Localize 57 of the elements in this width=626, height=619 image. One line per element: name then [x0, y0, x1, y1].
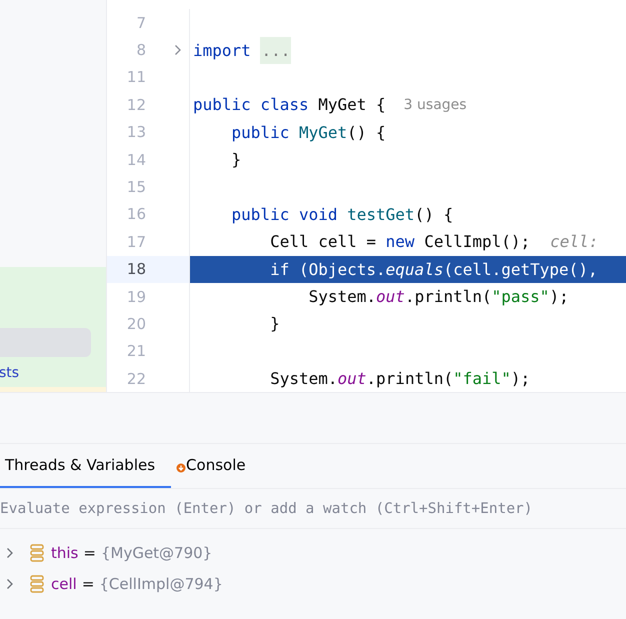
panel-tab[interactable]: Threads & Variables: [0, 444, 172, 488]
string-literal: "fail": [453, 369, 511, 388]
code-text: () {: [414, 204, 454, 224]
code-text: Cell cell =: [269, 232, 378, 252]
code-text: CellImpl();: [424, 232, 530, 252]
inline-value: cell:: [550, 232, 598, 252]
object-icon: [30, 544, 44, 562]
line-number: 21: [126, 342, 146, 360]
code-text: );: [510, 369, 530, 388]
download-badge-icon: [176, 463, 186, 473]
code-text: System.: [308, 287, 376, 306]
declaration-name: MyGet: [298, 122, 348, 142]
keyword-text: public void: [230, 204, 338, 224]
code-text: () {: [347, 122, 386, 142]
variable-name: cell: [51, 574, 77, 592]
variable-value: {MyGet@790}: [100, 544, 212, 562]
line-number: 16: [126, 205, 146, 224]
field-name: out: [338, 369, 366, 388]
keyword-text: new: [386, 232, 416, 252]
code-text: .println(: [366, 369, 454, 388]
string-literal: "pass": [492, 287, 550, 306]
equals-sign: =: [83, 544, 96, 562]
object-icon: [30, 574, 44, 592]
line-number: 11: [126, 68, 146, 86]
field-name: out: [376, 287, 405, 306]
line-number: 7: [135, 14, 146, 32]
line-number: 20: [126, 314, 146, 333]
line-number: 18: [126, 260, 146, 278]
evaluate-field[interactable]: Evaluate expression (Enter) or add a watch (Ctrl+Shift+Enter): [0, 489, 626, 529]
code-text: MyGet {: [318, 95, 386, 114]
code-text: (cell.getType(),: [443, 260, 598, 279]
usages-hint: 3 usages: [404, 96, 467, 113]
keyword-text: public: [230, 122, 290, 142]
variable-value: {CellImpl@794}: [99, 574, 223, 592]
line-number: 14: [126, 150, 146, 169]
method-name: equals: [386, 260, 444, 279]
code-text: }: [230, 150, 242, 170]
line-number: 17: [126, 232, 146, 251]
panel-tab[interactable]: Console: [171, 444, 254, 488]
line-number: 22: [126, 370, 146, 388]
line-number: 8: [135, 41, 146, 60]
keyword-text: public class: [193, 95, 310, 114]
folded-code: ...: [260, 36, 292, 64]
keyword-text: import: [193, 40, 252, 60]
tree-item-text[interactable]: sts: [0, 365, 106, 381]
declaration-name: testGet: [347, 204, 415, 224]
line-number: 12: [126, 96, 146, 114]
line-number: 15: [126, 178, 146, 196]
code-text: );: [549, 287, 569, 306]
code-text: if (Objects.: [269, 260, 386, 279]
line-number: 13: [126, 123, 146, 142]
code-text: System.: [269, 369, 338, 388]
line-number: 19: [126, 288, 146, 306]
code-text: }: [269, 314, 280, 334]
equals-sign: =: [82, 574, 94, 592]
code-text: .println(: [404, 287, 492, 306]
variable-name: this: [51, 544, 78, 562]
